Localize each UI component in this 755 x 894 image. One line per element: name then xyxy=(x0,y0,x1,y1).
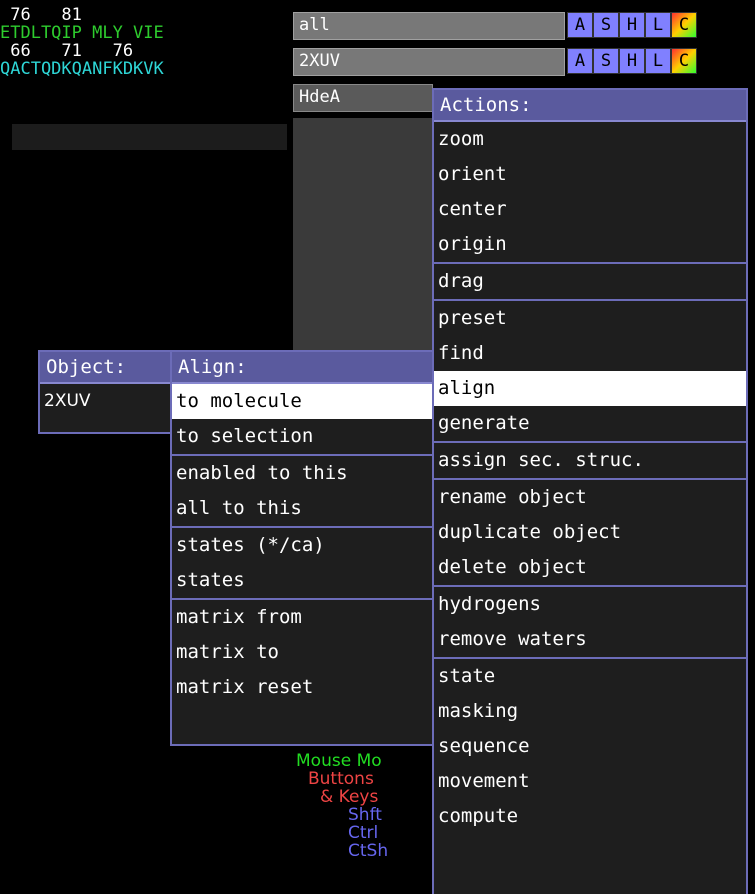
color-button[interactable]: C xyxy=(671,48,697,74)
actions-menu-item-assign-sec-struc[interactable]: assign sec. struc. xyxy=(434,443,746,478)
actions-menu-item-zoom[interactable]: zoom xyxy=(434,122,746,157)
actions-menu-item-sequence[interactable]: sequence xyxy=(434,729,746,764)
align-menu-item-all-to-this[interactable]: all to this xyxy=(172,491,432,526)
align-menu-group: matrix from matrix to matrix reset xyxy=(172,598,432,705)
actions-menu-item-compute[interactable]: compute xyxy=(434,799,746,834)
object-row-hdea[interactable]: HdeA xyxy=(293,84,433,112)
show-button[interactable]: S xyxy=(593,12,619,38)
actions-menu-item-origin[interactable]: origin xyxy=(434,227,746,262)
actions-menu-item-orient[interactable]: orient xyxy=(434,157,746,192)
sequence-numbers-bottom: 66 71 76 xyxy=(0,41,134,61)
hide-button[interactable]: H xyxy=(619,48,645,74)
actions-menu: Actions: zoom orient center origin drag prese… xyxy=(432,88,748,894)
object-buttons-all: A S H L C xyxy=(567,12,697,38)
actions-menu-group: zoom orient center origin xyxy=(434,122,746,262)
mouse-mode-ctrl: Ctrl xyxy=(348,823,379,843)
actions-menu-group: assign sec. struc. xyxy=(434,441,746,478)
object-row-all[interactable]: all xyxy=(293,12,565,40)
align-menu-group: to molecule to selection xyxy=(172,384,432,454)
hide-button[interactable]: H xyxy=(619,12,645,38)
align-menu-item-to-selection[interactable]: to selection xyxy=(172,419,432,454)
label-button[interactable]: L xyxy=(645,48,671,74)
align-menu-group: states (*/ca) states xyxy=(172,526,432,598)
actions-menu-title: Actions: xyxy=(434,90,746,122)
actions-menu-item-state[interactable]: state xyxy=(434,659,746,694)
object-name-2xuv: 2XUV xyxy=(299,51,340,71)
action-button[interactable]: A xyxy=(567,48,593,74)
object-name-hdea: HdeA xyxy=(299,87,340,107)
actions-menu-item-remove-waters[interactable]: remove waters xyxy=(434,622,746,657)
actions-menu-item-center[interactable]: center xyxy=(434,192,746,227)
object-menu: Object: 2XUV xyxy=(38,350,172,434)
align-menu-group: enabled to this all to this xyxy=(172,454,432,526)
actions-menu-item-generate[interactable]: generate xyxy=(434,406,746,441)
align-menu-item-to-molecule[interactable]: to molecule xyxy=(172,384,432,419)
align-menu-item-matrix-to[interactable]: matrix to xyxy=(172,635,432,670)
actions-menu-group: rename object duplicate object delete obje… xyxy=(434,478,746,585)
mouse-mode-ctsh: CtSh xyxy=(348,842,389,858)
actions-menu-group: state masking sequence movement compute xyxy=(434,657,746,834)
actions-menu-item-drag[interactable]: drag xyxy=(434,264,746,299)
actions-menu-item-rename-object[interactable]: rename object xyxy=(434,480,746,515)
object-buttons-2xuv: A S H L C xyxy=(567,48,697,74)
actions-menu-group: preset find align generate xyxy=(434,299,746,441)
actions-menu-item-align[interactable]: align xyxy=(434,371,746,406)
actions-menu-group: hydrogens remove waters xyxy=(434,585,746,657)
align-menu-title: Align: xyxy=(172,352,432,384)
actions-menu-item-delete-object[interactable]: delete object xyxy=(434,550,746,585)
align-menu-item-matrix-reset[interactable]: matrix reset xyxy=(172,670,432,705)
actions-menu-item-find[interactable]: find xyxy=(434,336,746,371)
actions-menu-item-hydrogens[interactable]: hydrogens xyxy=(434,587,746,622)
sequence-numbers-top: 76 81 xyxy=(0,5,82,25)
actions-menu-item-masking[interactable]: masking xyxy=(434,694,746,729)
align-menu-item-matrix-from[interactable]: matrix from xyxy=(172,600,432,635)
color-button[interactable]: C xyxy=(671,12,697,38)
label-button[interactable]: L xyxy=(645,12,671,38)
action-button[interactable]: A xyxy=(567,12,593,38)
show-button[interactable]: S xyxy=(593,48,619,74)
actions-menu-item-duplicate-object[interactable]: duplicate object xyxy=(434,515,746,550)
align-menu-item-enabled-to-this[interactable]: enabled to this xyxy=(172,456,432,491)
object-name-all: all xyxy=(299,15,330,35)
sequence-residues-hdea[interactable]: QACTQDKQANFKDKVK xyxy=(0,60,164,78)
sequence-scrollbar[interactable] xyxy=(12,124,287,150)
align-menu: Align: to molecule to selection enabled to… xyxy=(170,350,434,746)
object-menu-item-2xuv[interactable]: 2XUV xyxy=(40,384,170,419)
align-menu-item-states[interactable]: states xyxy=(172,563,432,598)
align-menu-item-states-ca[interactable]: states (*/ca) xyxy=(172,528,432,563)
object-row-2xuv[interactable]: 2XUV xyxy=(293,48,565,76)
actions-menu-item-preset[interactable]: preset xyxy=(434,301,746,336)
sequence-residues-2xuv[interactable]: ETDLTQIP MLY VIE xyxy=(0,24,164,42)
object-menu-title: Object: xyxy=(40,352,170,384)
actions-menu-item-movement[interactable]: movement xyxy=(434,764,746,799)
actions-menu-group: drag xyxy=(434,262,746,299)
